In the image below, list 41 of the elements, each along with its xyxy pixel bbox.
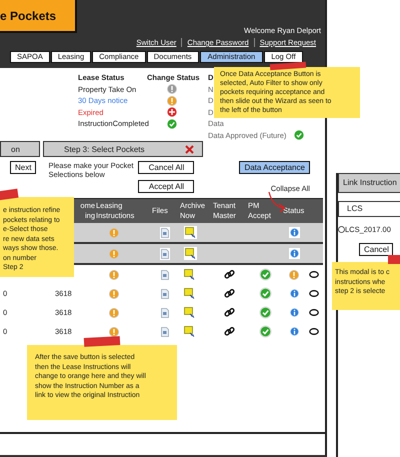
- link-icon[interactable]: [224, 269, 234, 280]
- sticky-note-icon[interactable]: [185, 248, 196, 259]
- tape-strip: [388, 255, 400, 264]
- data-acceptance-button[interactable]: Data Acceptance: [239, 161, 310, 174]
- cancel-button[interactable]: Cancel: [359, 243, 393, 256]
- document-icon[interactable]: [161, 326, 169, 336]
- sticky-note-icon[interactable]: [185, 227, 196, 238]
- cancel-all-button[interactable]: Cancel All: [138, 161, 194, 174]
- radio-button[interactable]: [309, 271, 319, 278]
- logo: e Pockets: [0, 0, 77, 33]
- group-row[interactable]: [74, 244, 323, 265]
- group-row[interactable]: [74, 223, 323, 244]
- link-icon[interactable]: [224, 307, 234, 318]
- document-icon[interactable]: [161, 270, 169, 280]
- close-icon[interactable]: [185, 144, 194, 154]
- next-button[interactable]: Next: [10, 161, 36, 174]
- step-title: on: [11, 144, 20, 154]
- wizard-step[interactable]: on: [0, 141, 40, 157]
- sticky-note-icon[interactable]: [184, 269, 195, 280]
- accept-all-button[interactable]: Accept All: [138, 180, 194, 193]
- radio-button[interactable]: [309, 309, 319, 316]
- radio-button[interactable]: [338, 226, 345, 233]
- check-icon[interactable]: [259, 287, 272, 300]
- check-icon[interactable]: [259, 268, 272, 281]
- modal-title: Link Instruction: [338, 173, 400, 193]
- wizard-step[interactable]: Step 3: Select Pockets: [43, 141, 203, 157]
- link-icon[interactable]: [224, 326, 234, 337]
- link-icon[interactable]: [224, 288, 234, 299]
- document-icon[interactable]: [161, 288, 169, 298]
- check-icon[interactable]: [259, 306, 272, 319]
- sticky-note-icon[interactable]: [184, 307, 195, 318]
- sticky-note-icon[interactable]: [184, 288, 195, 299]
- check-icon[interactable]: [259, 325, 272, 338]
- filter-field[interactable]: LCS: [338, 201, 400, 217]
- radio-button[interactable]: [309, 328, 319, 335]
- step-title: Step 3: Select Pockets: [64, 144, 144, 154]
- radio-button[interactable]: [309, 290, 319, 297]
- sticky-note-icon[interactable]: [184, 326, 195, 337]
- document-icon[interactable]: [161, 228, 169, 238]
- document-icon[interactable]: [161, 308, 169, 318]
- document-icon[interactable]: [161, 248, 169, 258]
